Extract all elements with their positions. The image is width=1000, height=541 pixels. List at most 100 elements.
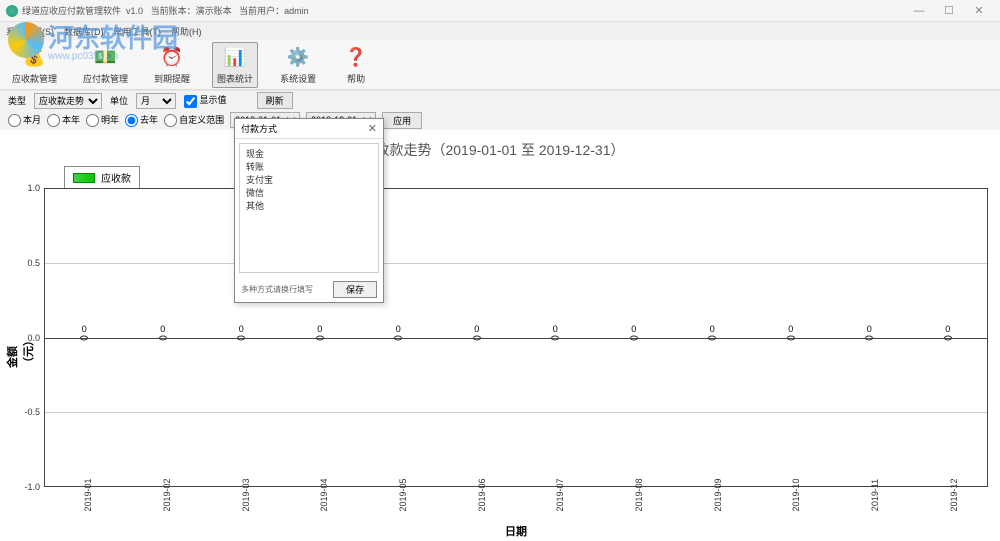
tool-label: 帮助	[347, 72, 365, 85]
data-marker	[708, 335, 716, 340]
maximize-icon[interactable]: ☐	[934, 4, 964, 17]
menu-tools[interactable]: 常用工具(T)	[114, 25, 162, 38]
dialog-close-icon[interactable]: ✕	[368, 122, 377, 135]
tool-settings[interactable]: ⚙️ 系统设置	[276, 43, 320, 87]
date-range-bar: 本月 本年 明年 去年 自定义范围 2019-01-01 2019-12-31 …	[0, 110, 1000, 130]
x-tick-label: 2019-07	[555, 478, 565, 511]
y-tick-label: -1.0	[24, 482, 40, 492]
tool-payables[interactable]: 💵 应付款管理	[79, 43, 132, 87]
x-tick-label: 2019-12	[949, 478, 959, 511]
x-axis-title: 日期	[505, 523, 527, 539]
titlebar: 绿道应收应付款管理软件 v1.0 当前账本：演示账本 当前用户：admin — …	[0, 0, 1000, 22]
toolbar: 💰 应收款管理 💵 应付款管理 ⏰ 到期提醒 📊 图表统计 ⚙️ 系统设置 ❓ …	[0, 40, 1000, 90]
app-version: v1.0	[126, 6, 143, 16]
x-tick-label: 2019-01	[83, 478, 93, 511]
x-tick-label: 2019-04	[319, 478, 329, 511]
data-marker	[787, 335, 795, 340]
x-tick-label: 2019-11	[870, 479, 880, 511]
tool-help[interactable]: ❓ 帮助	[338, 43, 374, 87]
data-label: 0	[788, 324, 793, 334]
data-marker	[944, 335, 952, 340]
app-icon	[6, 5, 18, 17]
x-tick-label: 2019-10	[791, 478, 801, 511]
range-this-year[interactable]: 本年	[47, 113, 80, 127]
save-button[interactable]: 保存	[333, 281, 377, 298]
data-label: 0	[631, 324, 636, 334]
data-marker	[551, 335, 559, 340]
show-value-checkbox[interactable]: 显示值	[184, 93, 227, 107]
apply-button[interactable]: 应用	[382, 112, 422, 129]
chart-title: 收款走势（2019-01-01 至 2019-12-31）	[0, 130, 1000, 164]
chart-area: 收款走势（2019-01-01 至 2019-12-31） 应收款 金额（元） …	[0, 130, 1000, 541]
x-tick-label: 2019-03	[241, 478, 251, 511]
data-label: 0	[867, 324, 872, 334]
data-label: 0	[710, 324, 715, 334]
app-name: 绿道应收应付款管理软件	[22, 4, 121, 17]
payment-option[interactable]: 微信	[246, 187, 372, 200]
legend-label: 应收款	[101, 170, 131, 185]
data-marker	[237, 335, 245, 340]
payment-option[interactable]: 支付宝	[246, 174, 372, 187]
data-label: 0	[239, 324, 244, 334]
range-next-year[interactable]: 明年	[86, 113, 119, 127]
tool-reminder[interactable]: ⏰ 到期提醒	[150, 43, 194, 87]
data-label: 0	[553, 324, 558, 334]
y-tick-label: -0.5	[24, 407, 40, 417]
unit-label: 单位	[110, 94, 128, 107]
x-tick-label: 2019-02	[162, 478, 172, 511]
range-custom[interactable]: 自定义范围	[164, 113, 224, 127]
y-tick-label: 1.0	[27, 183, 40, 193]
money-icon: 💰	[21, 45, 49, 71]
refresh-button[interactable]: 刷新	[257, 92, 293, 109]
menu-help[interactable]: 帮助(H)	[171, 25, 202, 38]
dialog-body[interactable]: 现金 转账 支付宝 微信 其他	[239, 143, 379, 273]
chart-legend: 应收款	[64, 166, 140, 189]
data-marker	[80, 335, 88, 340]
minimize-icon[interactable]: —	[904, 5, 934, 17]
gear-icon: ⚙️	[284, 45, 312, 71]
payment-option[interactable]: 其他	[246, 200, 372, 213]
payment-method-dialog: 付款方式 ✕ 现金 转账 支付宝 微信 其他 多种方式请换行填写 保存	[234, 118, 384, 303]
close-icon[interactable]: ✕	[964, 4, 994, 17]
x-axis: 日期 2019-012019-022019-032019-042019-0520…	[44, 487, 988, 541]
y-axis-title: 金额（元）	[4, 320, 36, 368]
y-axis: 金额（元） -1.0-0.50.00.51.0	[0, 188, 44, 487]
menu-database[interactable]: 数据库(D)	[64, 25, 104, 38]
y-tick-label: 0.5	[27, 258, 40, 268]
payment-option[interactable]: 现金	[246, 148, 372, 161]
range-last-year[interactable]: 去年	[125, 113, 158, 127]
data-marker	[865, 335, 873, 340]
tool-receivables[interactable]: 💰 应收款管理	[8, 43, 61, 87]
data-label: 0	[317, 324, 322, 334]
unit-select[interactable]: 月	[136, 93, 176, 109]
tool-charts[interactable]: 📊 图表统计	[212, 42, 258, 88]
type-select[interactable]: 应收款走势	[34, 93, 102, 109]
payment-option[interactable]: 转账	[246, 161, 372, 174]
y-tick-label: 0.0	[27, 333, 40, 343]
data-label: 0	[396, 324, 401, 334]
x-tick-label: 2019-09	[713, 478, 723, 511]
data-marker	[473, 335, 481, 340]
x-tick-label: 2019-05	[398, 478, 408, 511]
dialog-footer: 多种方式请换行填写 保存	[235, 277, 383, 302]
range-this-month[interactable]: 本月	[8, 113, 41, 127]
dialog-title-text: 付款方式	[241, 122, 277, 135]
tool-label: 应付款管理	[83, 72, 128, 85]
menu-system[interactable]: 系统管理(S)	[6, 25, 54, 38]
filter-bar: 类型 应收款走势 单位 月 显示值 刷新	[0, 90, 1000, 110]
dialog-hint: 多种方式请换行填写	[241, 284, 313, 295]
user-label: 当前用户：admin	[239, 4, 309, 17]
tool-label: 到期提醒	[154, 72, 190, 85]
cash-icon: 💵	[92, 45, 120, 71]
tool-label: 系统设置	[280, 72, 316, 85]
plot-area: 000000000000	[44, 188, 988, 487]
db-label: 当前账本：演示账本	[151, 4, 232, 17]
data-marker	[159, 335, 167, 340]
data-label: 0	[474, 324, 479, 334]
tool-label: 应收款管理	[12, 72, 57, 85]
dialog-titlebar: 付款方式 ✕	[235, 119, 383, 139]
menubar: 系统管理(S) 数据库(D) 常用工具(T) 帮助(H)	[0, 22, 1000, 40]
legend-swatch-icon	[73, 173, 95, 183]
x-tick-label: 2019-08	[634, 478, 644, 511]
type-label: 类型	[8, 94, 26, 107]
